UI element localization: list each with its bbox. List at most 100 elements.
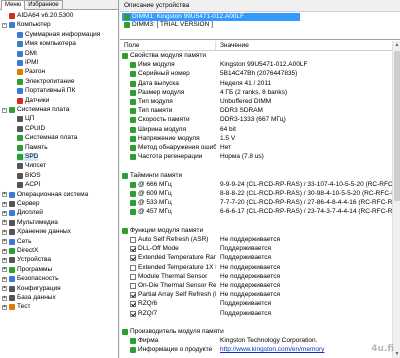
collapse-icon[interactable]: - (2, 22, 7, 28)
scroll-down-icon[interactable]: ▼ (393, 350, 400, 358)
property-row[interactable]: Auto Self Refresh (ASR) Не поддерживается (120, 236, 392, 244)
property-row[interactable]: On-Die Thermal Sensor Rea… Не поддерживае… (120, 282, 392, 290)
tree-item[interactable]: Суммарная информация (17, 31, 100, 39)
expand-icon[interactable]: + (2, 276, 7, 282)
property-row[interactable]: Тип памяти DDR3 SDRAM (120, 107, 392, 115)
property-row[interactable]: @ 666 МГц 9-9-9-24 (CL-RCD-RP-RAS) / 33-1… (120, 181, 392, 189)
tree-item[interactable]: + Устройства (2, 256, 51, 264)
tree-item[interactable]: DMI (17, 50, 37, 58)
tree-item[interactable]: + Мультимедиа (2, 219, 58, 227)
expand-icon[interactable]: + (2, 267, 7, 273)
tree-item[interactable]: - Компьютер (2, 21, 51, 29)
property-row[interactable]: Серийный номер 5B14C47Bh (2076447835) (120, 70, 392, 78)
expand-icon[interactable]: + (2, 286, 7, 292)
property-row[interactable]: Размер модуля 4 ГБ (2 ranks, 8 banks) (120, 89, 392, 97)
tree-item[interactable]: SPD (17, 153, 39, 161)
tree-item[interactable]: IPMI (17, 59, 38, 67)
details-panel: Описание устройства DIMM1: Kingston 99U5… (120, 0, 400, 358)
tree-item[interactable]: Портативный ПК (17, 87, 75, 95)
property-row[interactable]: Ширина модуля 64 bit (120, 126, 392, 134)
property-row[interactable]: Метод обнаружения ошиб… Нет (120, 144, 392, 152)
benchmark-icon (9, 304, 15, 311)
tree-item[interactable]: + DirectX (2, 247, 38, 255)
tree-item[interactable]: + Дисплей (2, 209, 43, 217)
section-header[interactable]: Тайминги памяти (120, 172, 392, 180)
tree-item[interactable]: AIDA64 v6.20.5300 (9, 12, 73, 20)
property-row[interactable]: Скорость памяти DDR3-1333 (667 МГц) (120, 116, 392, 124)
tree-item[interactable]: + Тест (2, 303, 30, 311)
property-row[interactable]: RZQ/6 Поддерживается (120, 300, 392, 308)
tree-item-label: Программы (17, 265, 53, 273)
expand-icon[interactable]: + (2, 192, 7, 198)
property-icon (130, 154, 136, 161)
tree-item[interactable]: + Операционная система (2, 191, 88, 199)
property-row[interactable]: Partial Array Self Refresh (PA… Не поддер… (120, 291, 392, 299)
checkbox-checked-icon (130, 255, 136, 262)
property-icon (130, 338, 136, 345)
tree-item[interactable]: Электропитание (17, 78, 75, 86)
property-row[interactable]: Extended Temperature Range Поддерживается (120, 254, 392, 262)
field-label: Скорость памяти (138, 116, 190, 124)
property-row[interactable]: Extended Temperature 1X Re… Не поддержива… (120, 264, 392, 272)
property-row[interactable]: Фирма Kingston Technology Corporation. (120, 337, 392, 345)
section-header[interactable]: Производитель модуля памяти (120, 328, 392, 336)
tree-item[interactable]: Датчики (17, 97, 49, 105)
tab-menu[interactable]: Меню (1, 0, 26, 10)
scroll-thumb[interactable] (394, 51, 400, 201)
expand-icon[interactable]: + (2, 229, 7, 235)
expand-icon[interactable]: + (2, 201, 7, 207)
tree-item[interactable]: Системная плата (17, 134, 77, 142)
tree-item[interactable]: CPUID (17, 125, 45, 133)
property-row[interactable]: Дата выпуска Неделя 41 / 2011 (120, 80, 392, 88)
expand-icon[interactable]: + (2, 210, 7, 216)
expand-icon[interactable]: + (2, 220, 7, 226)
device-item-dimm1[interactable]: DIMM1: Kingston 99U5471-012.A00LF (122, 13, 300, 21)
property-row[interactable]: @ 609 МГц 8-8-8-22 (CL-RCD-RP-RAS) / 30-9… (120, 190, 392, 198)
property-row[interactable]: Имя модуля Kingston 99U5471-012.A00LF (120, 61, 392, 69)
product-info-link[interactable]: http://www.kingston.com/en/memory (216, 346, 392, 354)
section-header[interactable]: Свойства модуля памяти (120, 52, 392, 60)
tree-item[interactable]: + Сервер (2, 200, 40, 208)
tab-favorites[interactable]: Избранное (24, 0, 63, 9)
property-row[interactable]: DLL-Off Mode Поддерживается (120, 245, 392, 253)
tree-item[interactable]: Чипсет (17, 162, 46, 170)
tree-item[interactable]: + Хранение данных (2, 228, 71, 236)
collapse-icon[interactable]: - (2, 107, 7, 113)
column-header-field[interactable]: Поле (120, 41, 216, 50)
property-row[interactable]: Module Thermal Sensor Не поддерживается (120, 273, 392, 281)
field-label: Extended Temperature Range (138, 254, 216, 262)
scroll-up-icon[interactable]: ▲ (393, 41, 400, 49)
expand-icon[interactable]: + (2, 257, 7, 263)
database-icon (9, 295, 15, 301)
property-row[interactable]: Напряжение модуля 1.5 V (120, 135, 392, 143)
device-item-dimm3[interactable]: DIMM3: [ TRIAL VERSION ] (122, 21, 398, 29)
tree-item[interactable]: + Сеть (2, 238, 31, 246)
expand-icon[interactable]: + (2, 248, 7, 254)
tree-item[interactable]: + Программы (2, 266, 52, 274)
tree-item[interactable]: Разгон (17, 68, 45, 76)
column-header-value[interactable]: Значение (216, 41, 249, 50)
property-row[interactable]: Информация о продукте http://www.kingston… (120, 346, 392, 354)
tree-item[interactable]: ACPI (17, 181, 40, 189)
expand-icon[interactable]: + (2, 295, 7, 301)
tree-item[interactable]: - Системная плата (2, 106, 69, 114)
section-header[interactable]: Функции модуля памяти (120, 227, 392, 235)
vertical-scrollbar[interactable]: ▲ ▼ (392, 41, 400, 358)
property-row[interactable]: Частота регенерации Норма (7.8 us) (120, 153, 392, 161)
tree-item[interactable]: + Безопасность (2, 275, 58, 283)
tree-item[interactable]: Имя компьютера (17, 40, 76, 48)
tree-item[interactable]: + База данных (2, 294, 56, 302)
property-row[interactable]: @ 533 МГц 7-7-7-20 (CL-RCD-RP-RAS) / 27-8… (120, 199, 392, 207)
property-row[interactable]: RZQ/7 Поддерживается (120, 310, 392, 318)
expand-icon[interactable]: + (2, 239, 7, 245)
tree-item[interactable]: BIOS (17, 172, 41, 180)
tree-item-label: CPUID (25, 124, 46, 132)
property-row[interactable]: @ 457 МГц 6-6-6-17 (CL-RCD-RP-RAS) / 23-7… (120, 208, 392, 216)
tree-item[interactable]: Память (17, 144, 48, 152)
tree-item[interactable]: ЦП (17, 115, 34, 123)
property-row[interactable]: Тип модуля Unbuffered DIMM (120, 98, 392, 106)
expand-icon[interactable]: + (2, 304, 7, 310)
computer-name-icon (17, 41, 23, 48)
tree-item[interactable]: + Конфигурация (2, 285, 61, 293)
memory-module-icon (122, 53, 128, 59)
